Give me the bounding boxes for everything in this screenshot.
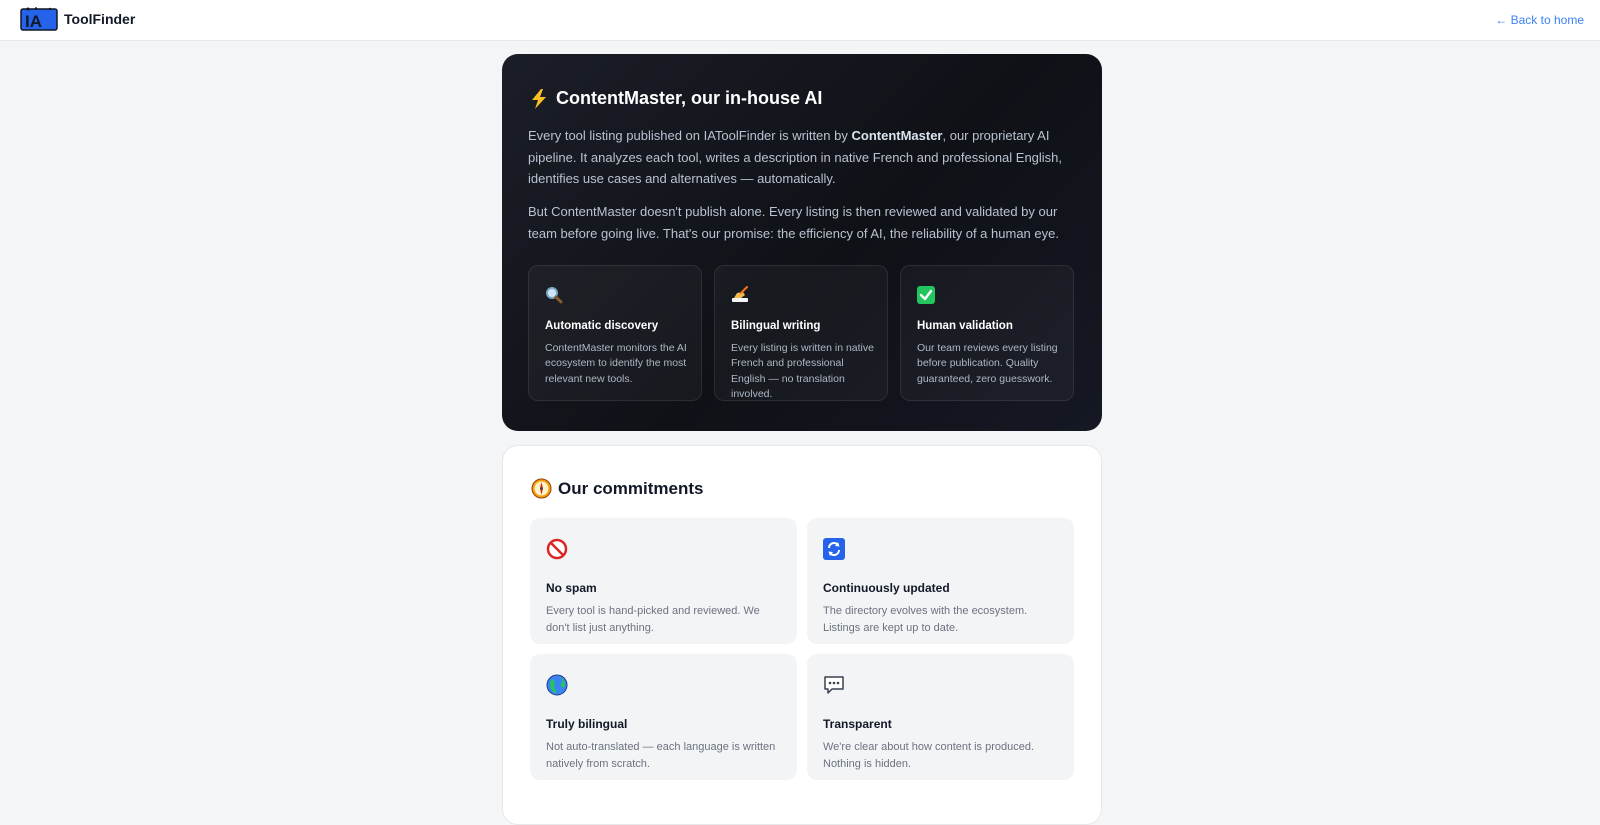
no-entry-icon bbox=[546, 538, 568, 560]
commitment-description: Not auto-translated — each language is w… bbox=[546, 741, 776, 770]
feature-title: Automatic discovery bbox=[545, 320, 659, 332]
commitment-description: We're clear about how content is produce… bbox=[823, 741, 1035, 770]
commitment-description: The directory evolves with the ecosystem… bbox=[823, 605, 1028, 634]
feature-title: Human validation bbox=[917, 320, 1013, 332]
contentmaster-review-text: But ContentMaster doesn't publish alone.… bbox=[528, 204, 1059, 241]
speech-bubble-icon bbox=[824, 676, 844, 694]
feature-human-validation: Human validation Our team reviews every … bbox=[900, 265, 1074, 401]
svg-text:IA: IA bbox=[25, 12, 42, 31]
commitment-description: Every tool is hand-picked and reviewed. … bbox=[546, 605, 760, 634]
magnifier-icon bbox=[546, 287, 563, 304]
feature-description: Every listing is written in native Frenc… bbox=[731, 342, 874, 400]
commitment-truly-bilingual: Truly bilingual Not auto-translated — ea… bbox=[530, 654, 797, 780]
lightning-bolt-icon bbox=[532, 88, 546, 109]
commitment-title: No spam bbox=[546, 581, 597, 595]
compass-icon bbox=[531, 478, 552, 499]
commitment-title: Transparent bbox=[823, 717, 892, 731]
contentmaster-intro: Every tool listing published on IAToolFi… bbox=[528, 128, 1063, 186]
top-bar: IA ToolFinder ← Back to home bbox=[0, 0, 1600, 41]
globe-icon bbox=[546, 674, 568, 696]
back-to-home-link[interactable]: ← Back to home bbox=[1495, 13, 1584, 27]
commitments-title: Our commitments bbox=[558, 478, 704, 498]
commitment-transparent: Transparent We're clear about how conten… bbox=[807, 654, 1074, 780]
check-mark-icon bbox=[917, 286, 935, 304]
refresh-icon bbox=[823, 538, 845, 560]
feature-description: ContentMaster monitors the AI ecosystem … bbox=[545, 342, 687, 385]
commitment-title: Continuously updated bbox=[823, 581, 950, 595]
feature-bilingual-writing: Bilingual writing Every listing is writt… bbox=[714, 265, 888, 401]
contentmaster-name: ContentMaster bbox=[851, 128, 943, 143]
contentmaster-card: ContentMaster, our in-house AI Every too… bbox=[502, 54, 1102, 431]
brand-name[interactable]: ToolFinder bbox=[64, 11, 135, 27]
ia-logo-icon[interactable]: IA bbox=[20, 7, 58, 31]
commitment-title: Truly bilingual bbox=[546, 717, 628, 731]
commitment-no-spam: No spam Every tool is hand-picked and re… bbox=[530, 518, 797, 644]
contentmaster-heading: ContentMaster, our in-house AI bbox=[530, 88, 822, 109]
feature-description: Our team reviews every listing before pu… bbox=[917, 342, 1058, 385]
feature-automatic-discovery: Automatic discovery ContentMaster monito… bbox=[528, 265, 702, 401]
commitments-heading: Our commitments bbox=[531, 478, 703, 499]
contentmaster-title: ContentMaster, our in-house AI bbox=[556, 88, 823, 108]
commitments-card: Our commitments No spam Every tool is ha… bbox=[502, 445, 1102, 825]
commitment-continuously-updated: Continuously updated The directory evolv… bbox=[807, 518, 1074, 644]
feature-title: Bilingual writing bbox=[731, 320, 821, 332]
writing-hand-icon bbox=[732, 286, 748, 302]
